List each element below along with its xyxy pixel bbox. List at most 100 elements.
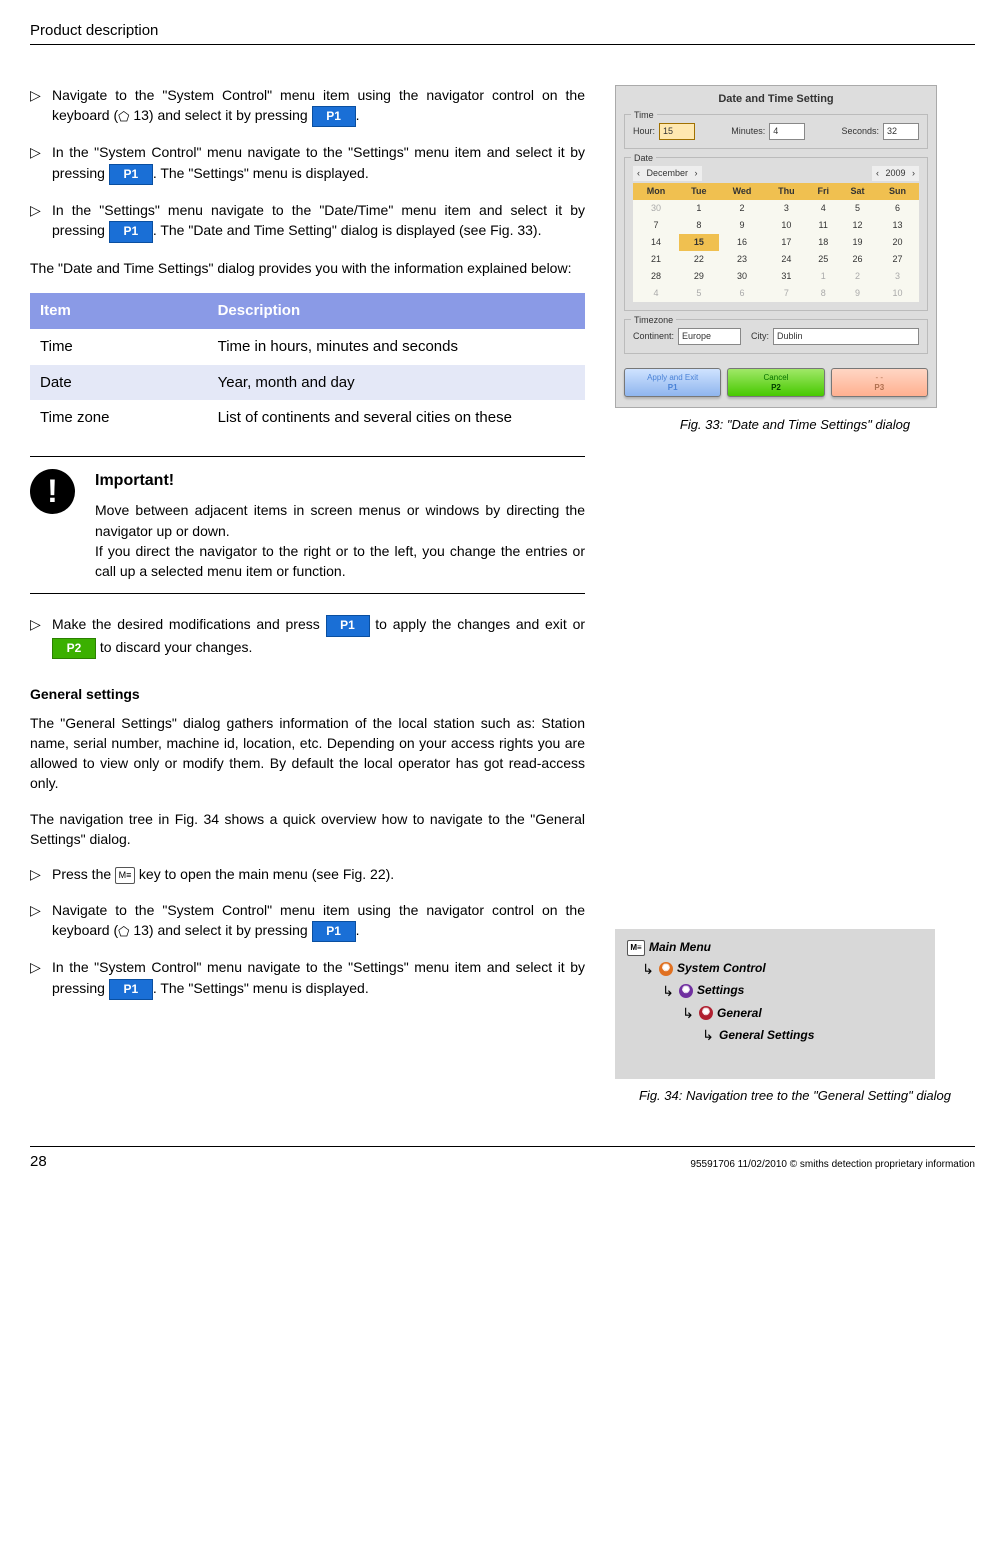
cal-day[interactable]: 10 [876,285,919,302]
cal-day[interactable]: 20 [876,234,919,251]
group-label-date: Date [631,152,656,165]
step-marker-icon: ▷ [30,85,52,128]
cal-day[interactable]: 8 [807,285,839,302]
text: to discard your changes. [100,639,253,655]
cal-day[interactable]: 1 [679,200,719,217]
city-select[interactable]: Dublin [773,328,919,345]
minute-spinner[interactable]: 4 [769,123,805,140]
table-cell: Time in hours, minutes and seconds [208,329,585,365]
navigator-icon: ⬠ [118,110,129,123]
text: . [356,107,360,123]
second-spinner[interactable]: 32 [883,123,919,140]
continent-select[interactable]: Europe [678,328,741,345]
text: . [356,922,360,938]
cal-day[interactable]: 7 [765,285,807,302]
cal-day[interactable]: 3 [876,268,919,285]
cal-day[interactable]: 31 [765,268,807,285]
cal-day[interactable]: 11 [807,217,839,234]
instruction-step: ▷Press the M≡ key to open the main menu … [30,864,585,884]
cancel-button[interactable]: CancelP2 [727,368,824,397]
step-marker-icon: ▷ [30,200,52,243]
cal-day[interactable]: 4 [633,285,679,302]
cal-day[interactable]: 30 [719,268,766,285]
cal-day[interactable]: 5 [839,200,876,217]
p1-button[interactable]: P1 [109,979,153,1000]
important-note: ! Important! Move between adjacent items… [30,456,585,594]
calendar[interactable]: MonTueWedThuFriSatSun 301234567891011121… [633,183,919,302]
cal-day[interactable]: 16 [719,234,766,251]
text: . The "Date and Time Setting" dialog is … [153,222,542,238]
important-title: Important! [95,469,585,492]
hour-spinner[interactable]: 15 [659,123,695,140]
cal-day[interactable]: 19 [839,234,876,251]
cal-day[interactable]: 6 [876,200,919,217]
time-group: Time Hour: 15 Minutes: 4 Seconds: 32 [624,114,928,149]
instruction-step: ▷In the "Settings" menu navigate to the … [30,200,585,243]
cal-day[interactable]: 15 [679,234,719,251]
cal-day[interactable]: 2 [719,200,766,217]
navigation-tree: M≡ Main Menu ↳ ✺ System Control ↳ ✺ Sett… [615,929,935,1079]
step-marker-icon: ▷ [30,614,52,659]
hook-arrow-icon: ↳ [701,1025,715,1045]
cal-day[interactable]: 14 [633,234,679,251]
cal-day[interactable]: 23 [719,251,766,268]
cal-day[interactable]: 27 [876,251,919,268]
menu-key-icon: M≡ [115,867,135,884]
cal-day[interactable]: 24 [765,251,807,268]
cal-day[interactable]: 1 [807,268,839,285]
cal-day[interactable]: 30 [633,200,679,217]
cal-day[interactable]: 28 [633,268,679,285]
cal-day[interactable]: 6 [719,285,766,302]
menu-key-icon: M≡ [627,940,645,956]
text: 13) and select it by pressing [133,922,311,938]
p2-button[interactable]: P2 [52,638,96,659]
cal-day[interactable]: 8 [679,217,719,234]
cal-day[interactable]: 4 [807,200,839,217]
apply-exit-button[interactable]: Apply and ExitP1 [624,368,721,397]
cal-day[interactable]: 9 [719,217,766,234]
p1-button[interactable]: P1 [312,106,356,127]
step-marker-icon: ▷ [30,142,52,185]
p1-button[interactable]: P1 [109,164,153,185]
cal-day[interactable]: 7 [633,217,679,234]
cal-day[interactable]: 9 [839,285,876,302]
cal-day[interactable]: 17 [765,234,807,251]
cal-dow: Tue [679,183,719,200]
month-selector[interactable]: ‹ December › [633,166,702,181]
city-label: City: [751,330,769,343]
hook-arrow-icon: ↳ [641,959,655,979]
dash-button[interactable]: - -P3 [831,368,928,397]
cal-day[interactable]: 10 [765,217,807,234]
cal-day[interactable]: 25 [807,251,839,268]
sec-label: Seconds: [841,125,879,138]
navigator-icon: ⬠ [118,925,129,938]
table-cell: Time zone [30,400,208,436]
hook-arrow-icon: ↳ [661,981,675,1001]
text: key to open the main menu (see Fig. 22). [135,866,394,882]
datetime-dialog: Date and Time Setting Time Hour: 15 Minu… [615,85,937,409]
cal-day[interactable]: 12 [839,217,876,234]
p1-button[interactable]: P1 [326,615,370,636]
cal-day[interactable]: 26 [839,251,876,268]
p1-button[interactable]: P1 [109,221,153,242]
cal-day[interactable]: 21 [633,251,679,268]
year-selector[interactable]: ‹ 2009 › [872,166,919,181]
min-label: Minutes: [731,125,765,138]
cal-day[interactable]: 2 [839,268,876,285]
navtree-general-settings: General Settings [719,1027,814,1044]
cal-day[interactable]: 22 [679,251,719,268]
info-table: Item Description TimeTime in hours, minu… [30,293,585,436]
p1-button[interactable]: P1 [312,921,356,942]
main-column: ▷Navigate to the "System Control" menu i… [30,85,585,1106]
cal-day[interactable]: 13 [876,217,919,234]
group-label-time: Time [631,109,657,122]
table-cell: List of continents and several cities on… [208,400,585,436]
cal-day[interactable]: 18 [807,234,839,251]
instruction-step: ▷Navigate to the "System Control" menu i… [30,900,585,943]
navtree-general: General [717,1005,762,1022]
gear-icon: ✺ [659,962,673,976]
cal-day[interactable]: 29 [679,268,719,285]
cal-day[interactable]: 3 [765,200,807,217]
cal-day[interactable]: 5 [679,285,719,302]
text: . The "Settings" menu is displayed. [153,165,369,181]
